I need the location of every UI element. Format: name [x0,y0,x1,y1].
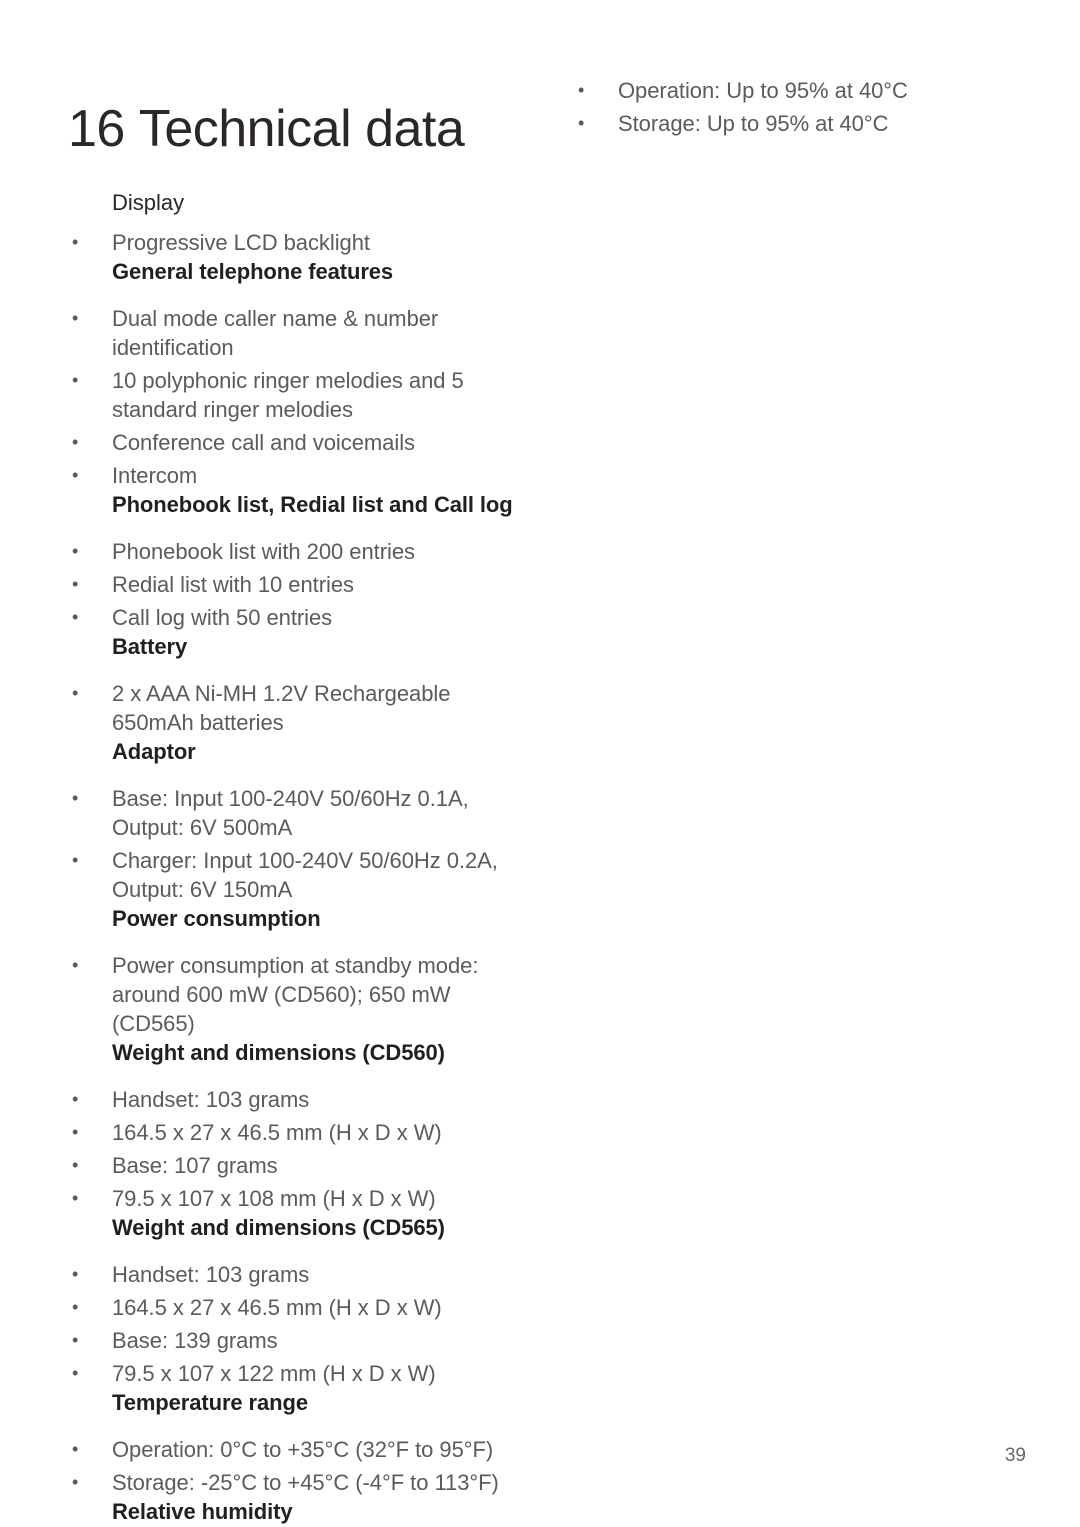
list-item: Power consumption at standby mode: aroun… [68,951,520,1038]
list-item: Conference call and voicemails [68,428,520,457]
section-heading-temperature-range: Temperature range [112,1390,308,1415]
list-item: Call log with 50 entries [68,603,520,632]
section-heading-power-consumption: Power consumption [112,906,321,931]
list-item: 10 polyphonic ringer melodies and 5 stan… [68,366,520,424]
chapter-number: 16 [68,99,125,158]
section-heading-weight-dimensions-cd565: Weight and dimensions (CD565) [112,1215,445,1240]
list-item: 164.5 x 27 x 46.5 mm (H x D x W) [68,1293,520,1322]
list-item: Operation: 0°C to +35°C (32°F to 95°F) [68,1435,520,1464]
section-heading-general-telephone-features: General telephone features [112,259,394,284]
chapter-title-text: Technical data [138,99,465,158]
list-item: 79.5 x 107 x 108 mm (H x D x W) [68,1184,520,1213]
list-item: Phonebook list with 200 entries [68,537,520,566]
section-heading-relative-humidity: Relative humidity [112,1499,293,1524]
section-heading-weight-dimensions-cd560: Weight and dimensions (CD560) [112,1040,445,1065]
list-item: Handset: 103 grams [68,1260,520,1289]
list-item: 2 x AAA Ni-MH 1.2V Rechargeable 650mAh b… [68,679,520,737]
left-column: Display Progressive LCD backlight Genera… [68,188,520,1526]
page-number: 39 [1004,1445,1026,1466]
list-item: Base: 139 grams [68,1326,520,1355]
list-item: Charger: Input 100-240V 50/60Hz 0.2A, Ou… [68,846,520,904]
section-heading-battery: Battery [112,634,188,659]
section-heading-adaptor: Adaptor [112,739,196,764]
list-item: Base: Input 100-240V 50/60Hz 0.1A, Outpu… [68,784,520,842]
list-item: Storage: Up to 95% at 40°C [574,109,1026,138]
list-item: Operation: Up to 95% at 40°C [574,76,1026,105]
list-item: Storage: -25°C to +45°C (-4°F to 113°F) [68,1468,520,1497]
page-title: 16 Technical data [68,99,465,158]
list-item: 164.5 x 27 x 46.5 mm (H x D x W) [68,1118,520,1147]
list-item: Dual mode caller name & number identific… [68,304,520,362]
list-item: Base: 107 grams [68,1151,520,1180]
section-heading-display: Display [112,190,185,215]
list-item: Intercom [68,461,520,490]
list-item: 79.5 x 107 x 122 mm (H x D x W) [68,1359,520,1388]
list-item: Redial list with 10 entries [68,570,520,599]
section-heading-phonebook-redial-calllog: Phonebook list, Redial list and Call log [112,492,513,517]
manual-page: 16Technical data Display Progressive LCD… [0,0,1080,1527]
list-item: Handset: 103 grams [68,1085,520,1114]
list-item: Progressive LCD backlight [68,228,520,257]
right-column: Operation: Up to 95% at 40°C Storage: Up… [574,76,1026,142]
